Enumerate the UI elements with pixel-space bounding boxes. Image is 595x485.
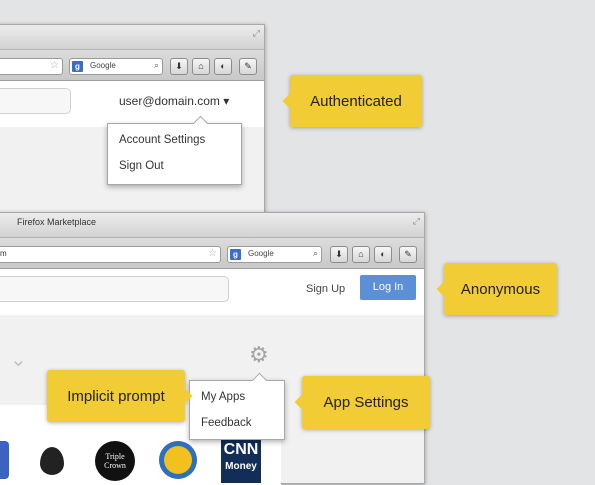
- triple-crown-text: Triple Crown: [104, 452, 126, 470]
- search-box[interactable]: g Google ⌕: [227, 246, 322, 263]
- app-settings-dropdown: My Apps Feedback: [189, 372, 285, 440]
- menu-item-my-apps[interactable]: My Apps: [201, 391, 245, 403]
- app-icon-drop[interactable]: [40, 447, 64, 475]
- search-input[interactable]: [0, 88, 71, 114]
- gear-icon[interactable]: ⚙: [249, 344, 269, 366]
- callout-app-settings: App Settings: [294, 376, 430, 429]
- app-button[interactable]: ◐: [374, 246, 392, 263]
- site-header: user@domain.com ▾: [0, 81, 264, 127]
- fullscreen-icon[interactable]: ⤢: [413, 216, 420, 227]
- anonymous-browser-window: Firefox Marketplace ⤢ m ☆ g Google ⌕ ⬇ ⌂…: [0, 212, 425, 485]
- home-button[interactable]: ⌂: [192, 58, 210, 75]
- app-icon-triple-crown[interactable]: Triple Crown: [95, 441, 135, 481]
- log-in-button[interactable]: Log In: [360, 275, 416, 300]
- url-bar[interactable]: ☆: [0, 58, 63, 75]
- user-email: user@domain.com: [119, 94, 220, 108]
- tools-button[interactable]: ✎: [399, 246, 417, 263]
- app-icon-compass[interactable]: [159, 441, 197, 479]
- callout-implicit-prompt-label: Implicit prompt: [67, 387, 165, 405]
- callout-authenticated: Authenticated: [282, 75, 422, 127]
- callout-authenticated-label: Authenticated: [310, 92, 402, 110]
- account-dropdown: Account Settings Sign Out: [107, 115, 242, 185]
- tools-button[interactable]: ✎: [239, 58, 257, 75]
- chevron-down-icon[interactable]: ⌄: [10, 347, 27, 372]
- bookmark-star-icon[interactable]: ☆: [208, 248, 217, 259]
- title-bar: Firefox Marketplace ⤢: [0, 213, 424, 238]
- log-in-label: Log In: [372, 281, 404, 293]
- download-button[interactable]: ⬇: [170, 58, 188, 75]
- browser-toolbar: ☆ g Google ⌕ ⬇ ⌂ ◐ ✎: [0, 50, 264, 81]
- title-bar: ⤢: [0, 25, 264, 50]
- menu-item-account-settings[interactable]: Account Settings: [119, 134, 205, 146]
- app-icon-cnn-money[interactable]: CNN Money: [221, 439, 261, 483]
- search-input[interactable]: [0, 276, 229, 302]
- browser-toolbar: m ☆ g Google ⌕ ⬇ ⌂ ◐ ✎: [0, 238, 424, 269]
- google-icon: g: [230, 249, 241, 260]
- callout-anonymous-label: Anonymous: [460, 280, 541, 298]
- app-icon-blue[interactable]: [0, 441, 9, 479]
- bookmark-star-icon[interactable]: ☆: [50, 60, 59, 71]
- cnn-text: CNN: [223, 441, 259, 458]
- money-text: Money: [225, 461, 257, 472]
- google-icon: g: [72, 61, 83, 72]
- app-button[interactable]: ◐: [214, 58, 232, 75]
- search-engine-label: Google: [248, 249, 274, 258]
- home-button[interactable]: ⌂: [352, 246, 370, 263]
- callout-anonymous: Anonymous: [436, 263, 557, 315]
- menu-item-feedback[interactable]: Feedback: [201, 417, 252, 429]
- search-engine-label: Google: [90, 61, 116, 70]
- user-menu-trigger[interactable]: user@domain.com ▾: [119, 94, 229, 108]
- callout-app-settings-label: App Settings: [323, 394, 409, 411]
- sign-up-link[interactable]: Sign Up: [306, 283, 345, 295]
- site-header: Sign Up Log In: [0, 269, 424, 315]
- fullscreen-icon[interactable]: ⤢: [253, 28, 260, 39]
- download-button[interactable]: ⬇: [330, 246, 348, 263]
- caret-down-icon: ▾: [223, 94, 230, 108]
- search-box[interactable]: g Google ⌕: [69, 58, 163, 75]
- menu-item-sign-out[interactable]: Sign Out: [119, 160, 164, 172]
- url-text: m: [0, 249, 7, 258]
- magnifier-icon[interactable]: ⌕: [313, 248, 318, 259]
- url-bar[interactable]: m ☆: [0, 246, 221, 263]
- window-title: Firefox Marketplace: [17, 217, 97, 227]
- magnifier-icon[interactable]: ⌕: [154, 60, 159, 71]
- callout-implicit-prompt: Implicit prompt: [47, 370, 193, 422]
